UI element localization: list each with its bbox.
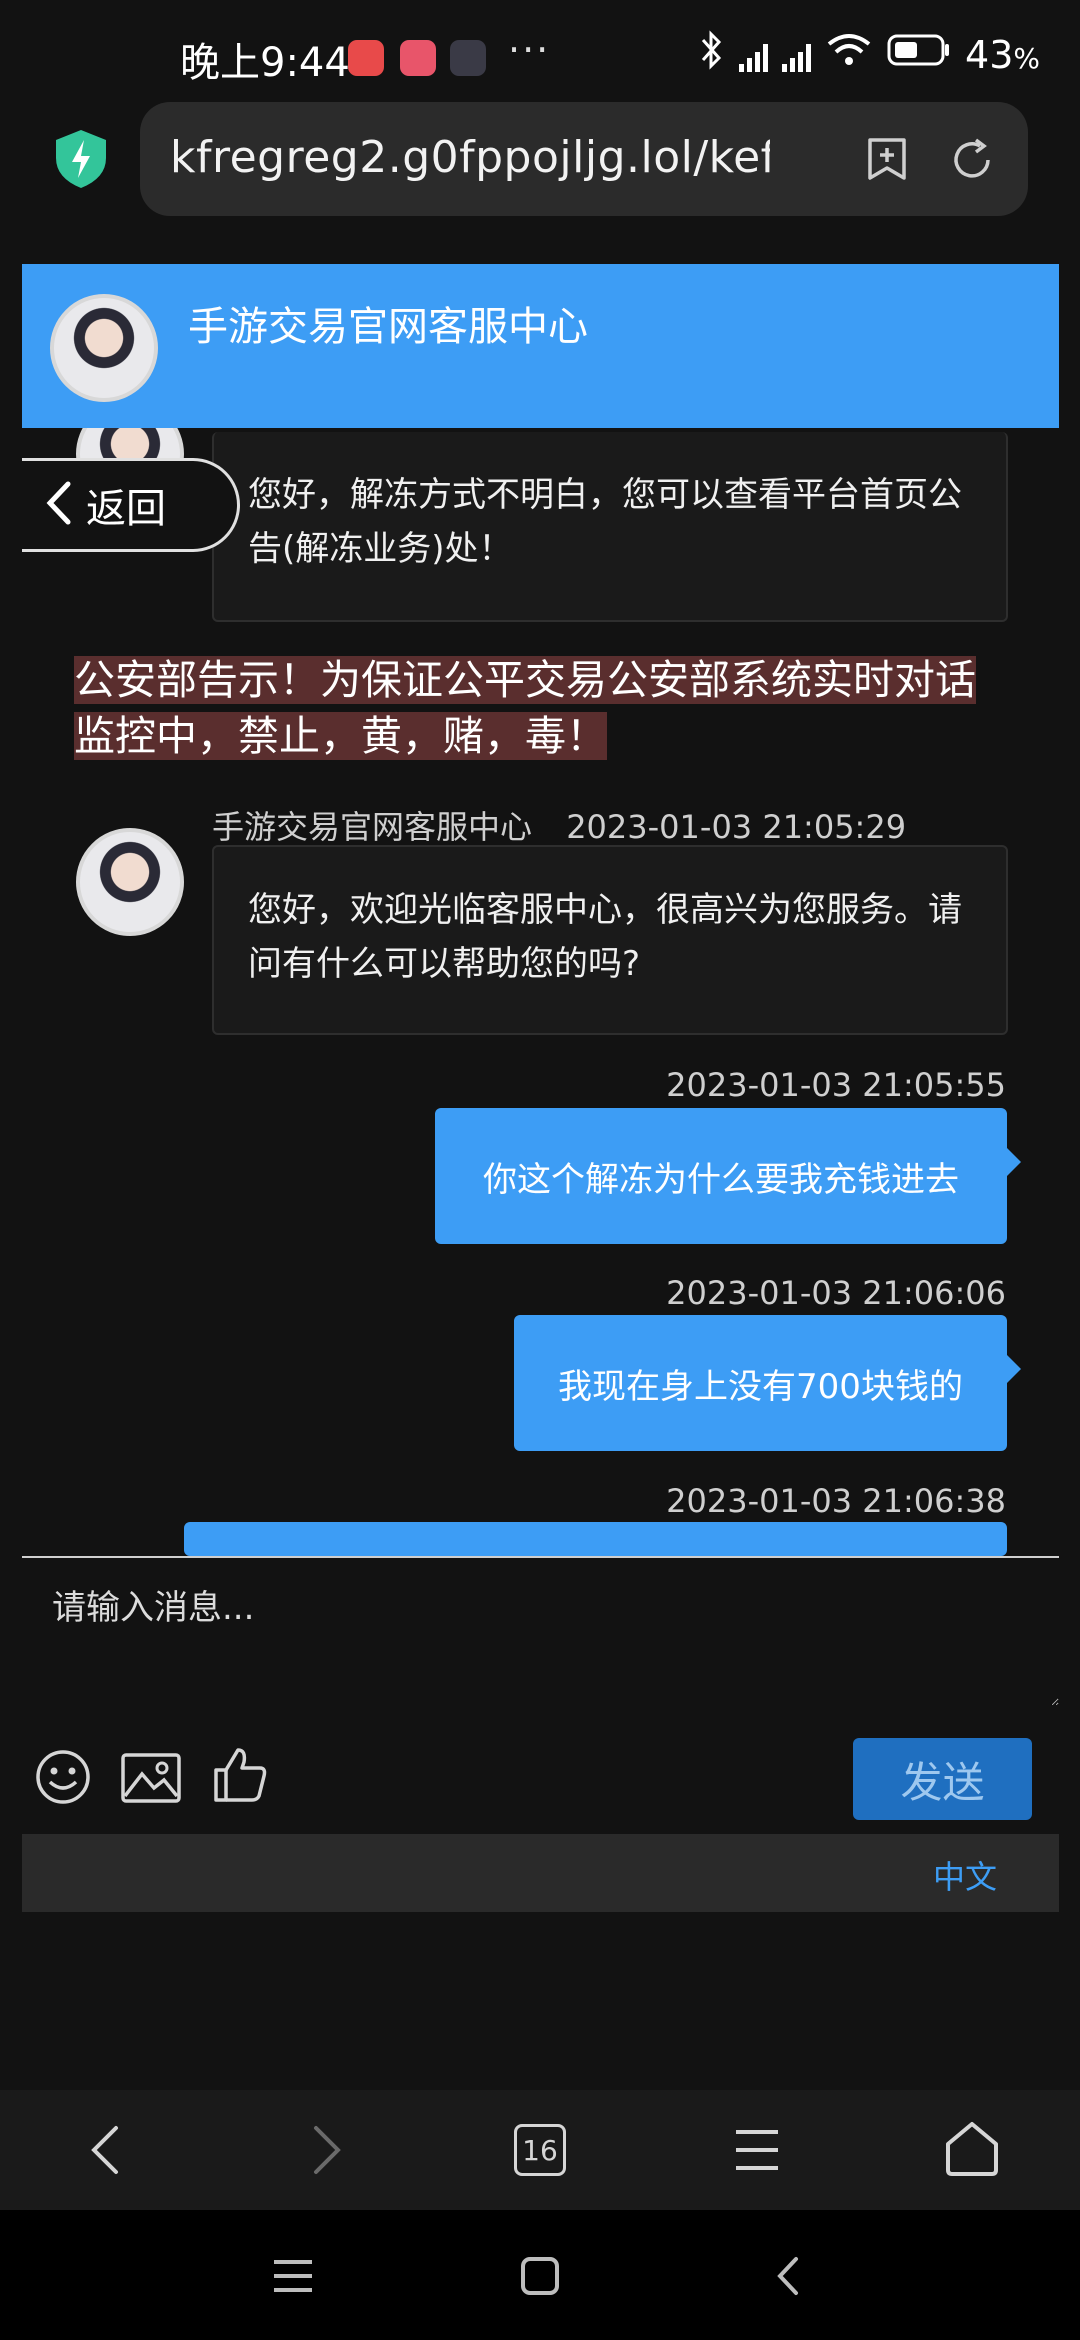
status-time: 晚上9:44 <box>180 40 350 86</box>
address-bar[interactable]: kfregreg2.g0fppojljg.lol/kefu/ <box>140 102 1028 216</box>
police-notice: 公安部告示！为保证公平交易公安部系统实时对话监控中，禁止，黄，赌，毒！ <box>74 656 976 760</box>
url-text[interactable]: kfregreg2.g0fppojljg.lol/kefu/ <box>170 132 770 183</box>
agent-avatar <box>76 828 184 936</box>
recent-apps-icon[interactable] <box>272 2258 314 2298</box>
image-icon[interactable] <box>120 1752 182 1808</box>
agent-avatar <box>50 294 158 402</box>
system-back-icon[interactable] <box>776 2256 800 2300</box>
chat-header: 手游交易官网客服中心 <box>22 264 1059 428</box>
battery-icon <box>887 32 951 77</box>
thumbs-up-icon[interactable] <box>212 1746 268 1808</box>
message-bubble: 你这个解冻为什么要我充钱进去 <box>435 1108 1007 1244</box>
forward-arrow-icon[interactable] <box>312 2124 342 2180</box>
status-right-group: 43% <box>699 30 1040 79</box>
home-button-icon[interactable] <box>520 2256 560 2300</box>
bubble-tail <box>1007 1355 1021 1383</box>
browser-nav-bar: 16 <box>0 2090 1080 2210</box>
more-notifications-icon: ··· <box>508 28 551 72</box>
status-bar: 晚上9:44 ··· 43% <box>0 0 1080 100</box>
language-switch[interactable]: 中文 <box>933 1852 997 1898</box>
message-sender: 手游交易官网客服中心 <box>212 808 533 846</box>
shield-icon[interactable] <box>52 128 110 190</box>
message-bubble: 您好，解冻方式不明白，您可以查看平台首页公告(解冻业务)处！ <box>212 432 1008 622</box>
bubble-tail <box>1007 1148 1021 1176</box>
message-timestamp: 2023-01-03 21:05:55 <box>666 1066 1006 1104</box>
system-nav-bar <box>0 2210 1080 2340</box>
back-label: 返回 <box>86 486 166 532</box>
language-bar: 中文 <box>22 1834 1059 1912</box>
message-timestamp: 2023-01-03 21:06:38 <box>666 1482 1006 1520</box>
home-icon[interactable] <box>944 2120 1000 2182</box>
signal-icon <box>739 38 769 72</box>
message-input[interactable] <box>22 1566 1059 1706</box>
reload-icon[interactable] <box>948 136 996 184</box>
message-timestamp: 2023-01-03 21:06:06 <box>666 1274 1006 1312</box>
chat-title: 手游交易官网客服中心 <box>188 304 588 350</box>
notification-app-icon <box>400 40 436 76</box>
notification-app-icon <box>450 40 486 76</box>
message-bubble: 我现在身上没有700块钱的 <box>514 1315 1007 1451</box>
emoji-icon[interactable] <box>34 1748 92 1810</box>
composer-divider <box>22 1556 1059 1558</box>
bluetooth-icon <box>699 30 725 79</box>
notification-app-icon <box>348 40 384 76</box>
battery-percent: 43% <box>965 32 1040 77</box>
back-arrow-icon[interactable] <box>90 2124 120 2180</box>
bookmark-add-icon[interactable] <box>864 136 910 182</box>
message-bubble: 您好，欢迎光临客服中心，很高兴为您服务。请问有什么可以帮助您的吗? <box>212 845 1008 1035</box>
chevron-left-icon <box>46 480 72 530</box>
message-bubble <box>184 1522 1007 1556</box>
signal-icon <box>782 38 812 72</box>
message-meta: 手游交易官网客服中心 2023-01-03 21:05:29 <box>212 802 906 848</box>
message-timestamp: 2023-01-03 21:05:29 <box>566 808 907 846</box>
back-button[interactable]: 返回 <box>22 458 240 552</box>
menu-icon[interactable] <box>734 2128 780 2176</box>
wifi-icon <box>825 32 873 77</box>
tabs-icon[interactable]: 16 <box>514 2124 566 2176</box>
send-button[interactable]: 发送 <box>853 1738 1032 1820</box>
